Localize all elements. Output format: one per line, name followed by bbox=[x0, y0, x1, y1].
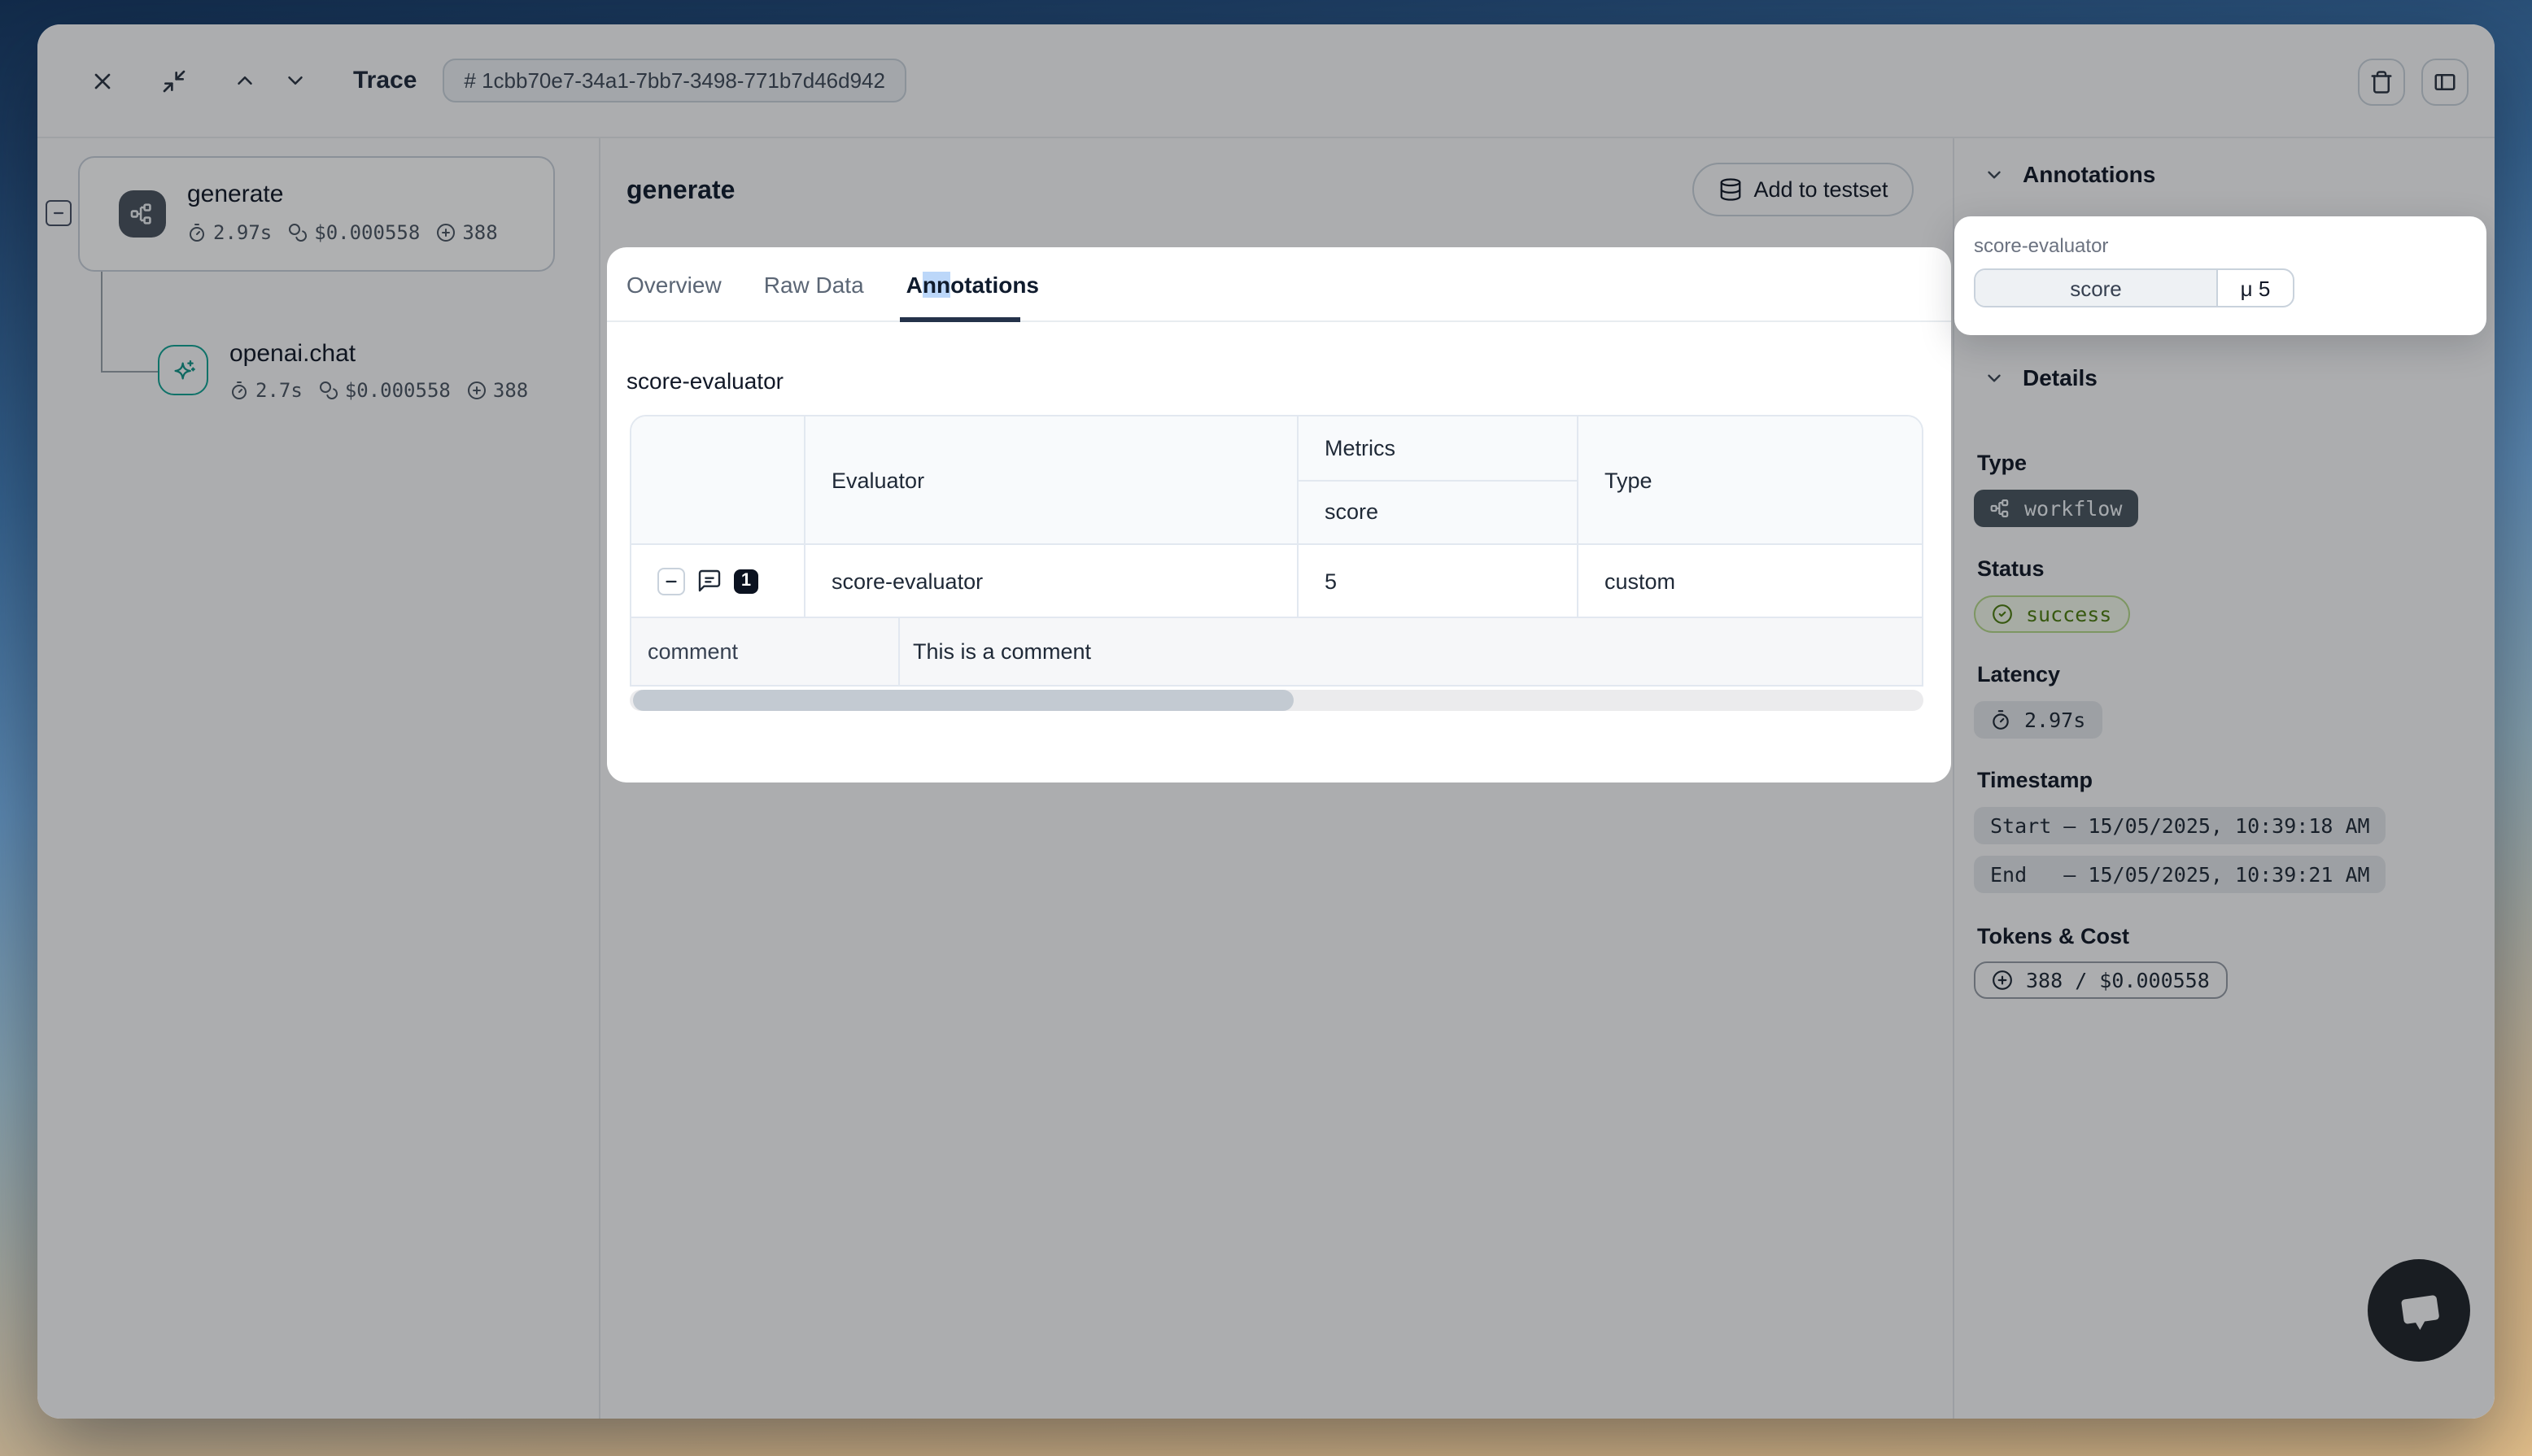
comment-value: This is a comment bbox=[900, 618, 1922, 685]
score-pill[interactable]: score μ 5 bbox=[1974, 268, 2294, 307]
table-row: 1 score-evaluator 5 custom bbox=[631, 543, 1922, 617]
scrollbar-thumb[interactable] bbox=[633, 690, 1294, 711]
horizontal-scrollbar[interactable] bbox=[630, 690, 1923, 711]
popover-evaluator-label: score-evaluator bbox=[1974, 234, 2467, 257]
tab-annotations[interactable]: Annotations bbox=[906, 271, 1039, 297]
pill-metric-name: score bbox=[1975, 270, 2218, 306]
header-metrics: Metrics bbox=[1299, 416, 1577, 481]
comment-icon[interactable] bbox=[696, 568, 722, 594]
header-actions bbox=[631, 416, 805, 543]
header-metric-score: score bbox=[1299, 481, 1577, 543]
cell-evaluator: score-evaluator bbox=[805, 545, 1299, 617]
tab-bar: Overview Raw Data Annotations bbox=[607, 247, 1951, 322]
tab-raw-data[interactable]: Raw Data bbox=[764, 271, 864, 297]
pill-metric-value: μ 5 bbox=[2218, 270, 2293, 306]
table-header-row: Evaluator Metrics score Type bbox=[631, 416, 1922, 543]
header-type: Type bbox=[1578, 416, 1922, 543]
header-metrics-group: Metrics score bbox=[1299, 416, 1578, 543]
trace-modal: Trace # 1cbb70e7-34a1-7bb7-3498-771b7d46… bbox=[37, 24, 2495, 1419]
desktop-backdrop: Trace # 1cbb70e7-34a1-7bb7-3498-771b7d46… bbox=[0, 0, 2532, 1456]
evaluator-section-title: score-evaluator bbox=[626, 368, 784, 394]
header-evaluator: Evaluator bbox=[805, 416, 1299, 543]
evaluator-table: Evaluator Metrics score Type bbox=[630, 415, 1923, 711]
active-tab-indicator bbox=[900, 317, 1020, 322]
comment-count-badge: 1 bbox=[734, 569, 758, 593]
annotations-card: Overview Raw Data Annotations score-eval… bbox=[607, 247, 1951, 782]
annotation-popover: score-evaluator score μ 5 bbox=[1954, 216, 2486, 335]
tab-overview[interactable]: Overview bbox=[626, 271, 722, 297]
comment-row: comment This is a comment bbox=[631, 617, 1922, 685]
text-selection: nn bbox=[923, 271, 950, 297]
cell-type: custom bbox=[1578, 545, 1922, 617]
cell-score: 5 bbox=[1299, 545, 1578, 617]
comment-key: comment bbox=[631, 618, 900, 685]
collapse-row-button[interactable] bbox=[657, 567, 685, 595]
